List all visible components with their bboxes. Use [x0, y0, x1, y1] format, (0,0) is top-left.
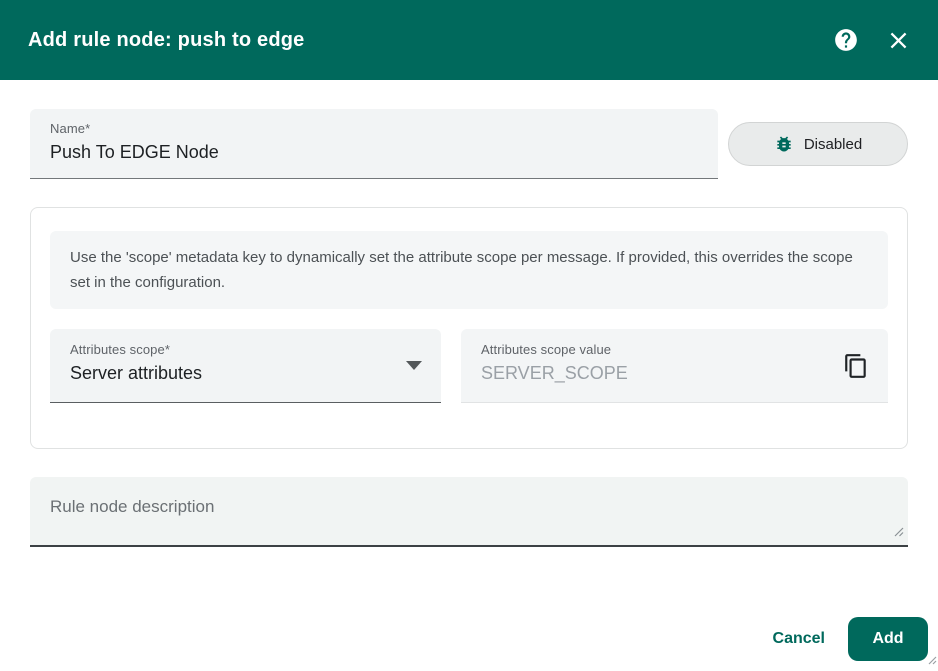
attributes-scope-value-field: Attributes scope value: [461, 329, 888, 403]
chevron-down-icon: [406, 361, 422, 370]
name-input[interactable]: [50, 142, 698, 163]
description-textarea[interactable]: [50, 497, 888, 539]
dialog-resize-handle[interactable]: [928, 652, 937, 670]
name-row: Name* Disabled: [30, 109, 908, 179]
help-button[interactable]: [824, 18, 868, 62]
debug-mode-chip[interactable]: Disabled: [728, 122, 908, 166]
attributes-scope-value-label: Attributes scope value: [481, 342, 612, 357]
cancel-button[interactable]: Cancel: [759, 620, 839, 658]
bug-icon: [774, 134, 794, 154]
dialog-header: Add rule node: push to edge: [0, 0, 938, 80]
attributes-scope-select[interactable]: Attributes scope* Server attributes: [50, 329, 441, 403]
close-button[interactable]: [876, 18, 920, 62]
description-field: [30, 477, 908, 547]
add-button[interactable]: Add: [848, 617, 928, 661]
config-card: Use the 'scope' metadata key to dynamica…: [30, 207, 908, 449]
textarea-resize-handle[interactable]: [894, 524, 904, 542]
help-icon: [833, 27, 859, 53]
dialog-title: Add rule node: push to edge: [28, 28, 305, 51]
scope-hint-text: Use the 'scope' metadata key to dynamica…: [50, 231, 888, 309]
add-rule-node-dialog: { "colors": { "accent": "#00695C", "head…: [0, 0, 938, 671]
copy-icon: [843, 353, 869, 379]
name-label: Name*: [50, 121, 91, 136]
scope-fields-row: Attributes scope* Server attributes Attr…: [50, 329, 888, 403]
attributes-scope-value: Server attributes: [70, 363, 203, 383]
attributes-scope-value-input: [481, 363, 832, 384]
debug-chip-label: Disabled: [803, 135, 863, 153]
copy-button[interactable]: [834, 344, 878, 388]
dialog-footer: Cancel Add: [759, 617, 928, 661]
dialog-content: Name* Disabled Use the 'scope' metadata …: [0, 80, 938, 547]
name-field: Name*: [30, 109, 718, 179]
attributes-scope-label: Attributes scope*: [70, 342, 170, 357]
close-icon: [885, 27, 912, 54]
